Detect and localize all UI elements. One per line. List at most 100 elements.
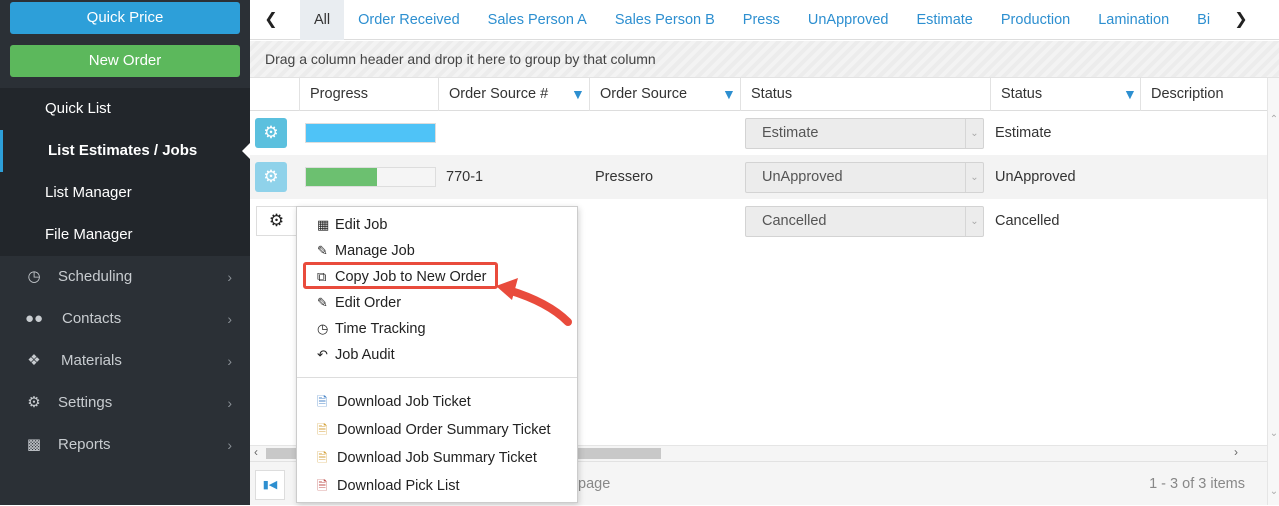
menu-item-edit-job[interactable]: ▦ Edit Job xyxy=(317,212,387,238)
sidebar-item-label: Scheduling xyxy=(58,268,133,285)
page-scroll-down-icon[interactable]: ⌄ xyxy=(1268,486,1279,497)
status-select-value: Cancelled xyxy=(762,213,827,229)
menu-divider xyxy=(297,377,577,378)
pencil-icon: ✎ xyxy=(317,295,328,310)
pager-info: 1 - 3 of 3 items xyxy=(1149,476,1245,492)
tabs-scroll-left-button[interactable]: ❮ xyxy=(252,0,290,40)
sidebar-item-settings[interactable]: ⚙ Settings › xyxy=(0,382,250,424)
menu-item-manage-job[interactable]: ✎ Manage Job xyxy=(317,238,415,264)
scroll-down-icon[interactable]: ⌄ xyxy=(1268,428,1279,439)
menu-item-download-order-summary[interactable]: 🗎 Download Order Summary Ticket xyxy=(317,417,551,443)
table-row: ⚙ 770-1 Pressero UnApproved ⌄ UnApproved xyxy=(250,155,1267,199)
status-select-value: Estimate xyxy=(762,125,819,141)
status-tab-bar: ❮ All Order Received Sales Person A Sales P… xyxy=(250,0,1279,40)
status-cell: Cancelled xyxy=(995,213,1060,229)
column-header-order-source-no[interactable]: Order Source # xyxy=(438,78,589,111)
calculator-icon: ▦ xyxy=(317,217,330,232)
group-by-drop-area[interactable]: Drag a column header and drop it here to… xyxy=(250,41,1279,78)
chevron-right-icon: › xyxy=(227,311,232,327)
menu-item-download-job-ticket[interactable]: 🗎 Download Job Ticket xyxy=(317,389,471,415)
menu-item-label: Manage Job xyxy=(335,243,415,259)
vertical-scrollbar[interactable]: ⌃ ⌄ ⌄ xyxy=(1267,78,1279,505)
chevron-right-icon: › xyxy=(227,353,232,369)
tab-sales-person-b[interactable]: Sales Person B xyxy=(601,0,729,40)
dropbox-icon: ❖ xyxy=(27,352,41,369)
clock-icon: ◷ xyxy=(27,268,41,285)
tab-press[interactable]: Press xyxy=(729,0,794,40)
chevron-right-icon: › xyxy=(227,437,232,453)
row-actions-gear-button[interactable]: ⚙ xyxy=(255,162,287,192)
orders-subnav: Quick List List Estimates / Jobs List Ma… xyxy=(0,88,250,256)
quick-price-button[interactable]: Quick Price xyxy=(10,2,240,34)
sidebar-item-contacts[interactable]: ●● Contacts › xyxy=(0,298,250,340)
file-icon: ▩ xyxy=(26,436,42,453)
document-info-icon: 🗎 xyxy=(317,394,328,409)
tab-unapproved[interactable]: UnApproved xyxy=(794,0,903,40)
tab-order-received[interactable]: Order Received xyxy=(344,0,474,40)
filter-icon[interactable]: ▼ xyxy=(571,86,585,102)
column-header-status-select[interactable]: Status xyxy=(740,78,990,111)
column-header-progress[interactable]: Progress xyxy=(299,78,438,111)
sidebar-item-label: Contacts xyxy=(62,310,122,327)
menu-item-download-job-summary[interactable]: 🗎 Download Job Summary Ticket xyxy=(317,445,537,471)
tab-estimate[interactable]: Estimate xyxy=(902,0,986,40)
tab-bi[interactable]: Bi xyxy=(1183,0,1220,40)
column-header-order-source[interactable]: Order Source xyxy=(589,78,740,111)
menu-item-job-audit[interactable]: ↶ Job Audit xyxy=(317,342,395,368)
progress-bar xyxy=(305,167,436,187)
sidebar-item-label: Materials xyxy=(61,352,122,369)
tab-all[interactable]: All xyxy=(300,0,345,40)
scroll-right-icon[interactable]: › xyxy=(1234,445,1238,459)
row-actions-gear-button[interactable]: ⚙ xyxy=(256,206,296,236)
menu-item-edit-order[interactable]: ✎ Edit Order xyxy=(317,290,401,316)
filter-icon[interactable]: ▼ xyxy=(722,86,736,102)
status-cell: Estimate xyxy=(995,125,1052,141)
row-actions-gear-button[interactable]: ⚙ xyxy=(255,118,287,148)
items-per-page-label: page xyxy=(578,476,611,492)
sidebar-item-list-estimates-jobs[interactable]: List Estimates / Jobs xyxy=(0,130,250,172)
table-row: ⚙ Estimate ⌄ Estimate xyxy=(250,111,1267,155)
clock-icon: ◷ xyxy=(317,321,329,336)
sidebar-item-reports[interactable]: ▩ Reports › xyxy=(0,424,250,466)
sidebar-item-list-manager[interactable]: List Manager xyxy=(0,172,250,214)
menu-item-label: Download Job Ticket xyxy=(337,394,471,410)
order-source-cell: Pressero xyxy=(595,169,654,185)
document-chart-icon: 🗎 xyxy=(317,450,328,465)
status-cell: UnApproved xyxy=(995,169,1076,185)
highlight-box xyxy=(303,262,498,289)
filter-icon[interactable]: ▼ xyxy=(1123,86,1137,102)
sidebar-item-file-manager[interactable]: File Manager xyxy=(0,214,250,256)
menu-item-label: Time Tracking xyxy=(335,321,426,337)
chevron-down-icon: ⌄ xyxy=(965,163,983,192)
first-page-button[interactable]: ▮◀ xyxy=(255,470,285,500)
column-header-status[interactable]: Status xyxy=(990,78,1140,111)
scroll-left-icon[interactable]: ‹ xyxy=(254,445,258,459)
annotation-arrow-icon xyxy=(496,278,572,326)
menu-item-label: Download Order Summary Ticket xyxy=(337,422,551,438)
sidebar-item-quick-list[interactable]: Quick List xyxy=(0,88,250,130)
pencil-icon: ✎ xyxy=(317,243,328,258)
tab-lamination[interactable]: Lamination xyxy=(1084,0,1183,40)
menu-item-download-pick-list[interactable]: 🗎 Download Pick List xyxy=(317,473,460,499)
menu-item-time-tracking[interactable]: ◷ Time Tracking xyxy=(317,316,426,342)
sidebar-item-scheduling[interactable]: ◷ Scheduling › xyxy=(0,256,250,298)
sidebar: Quick Price New Order Quick List List Es… xyxy=(0,0,250,505)
sidebar-item-materials[interactable]: ❖ Materials › xyxy=(0,340,250,382)
status-select-value: UnApproved xyxy=(762,169,843,185)
column-header-description[interactable]: Description xyxy=(1140,78,1260,111)
tabs-scroll-right-button[interactable]: ❯ xyxy=(1222,0,1260,40)
order-source-no-cell: 770-1 xyxy=(446,169,484,185)
users-icon: ●● xyxy=(24,310,44,327)
scroll-up-icon[interactable]: ⌃ xyxy=(1268,114,1279,125)
sidebar-item-label: Settings xyxy=(58,394,113,411)
grid-header: Progress Order Source # ▼ Order Source ▼… xyxy=(250,78,1267,111)
active-pointer xyxy=(242,143,250,159)
tab-production[interactable]: Production xyxy=(987,0,1084,40)
status-select[interactable]: UnApproved ⌄ xyxy=(745,162,984,193)
status-select[interactable]: Cancelled ⌄ xyxy=(745,206,984,237)
new-order-button[interactable]: New Order xyxy=(10,45,240,77)
chevron-right-icon: › xyxy=(227,269,232,285)
status-select[interactable]: Estimate ⌄ xyxy=(745,118,984,149)
gear-icon: ⚙ xyxy=(27,394,41,411)
tab-sales-person-a[interactable]: Sales Person A xyxy=(474,0,601,40)
